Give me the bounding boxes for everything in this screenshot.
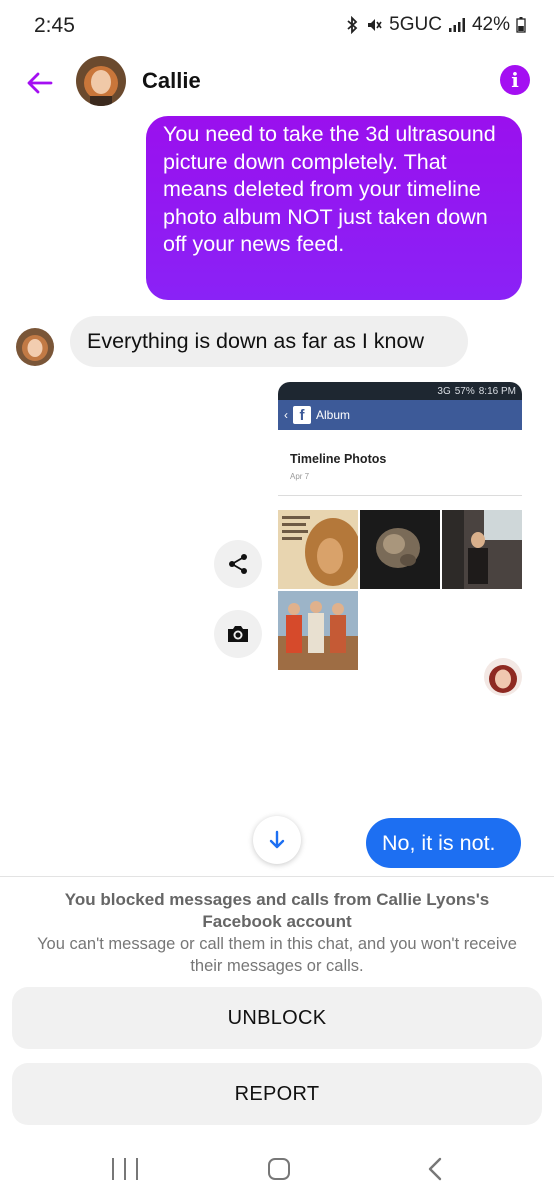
arrow-down-icon [269, 830, 285, 849]
recents-button[interactable] [112, 1158, 138, 1180]
attachment-status-bar: 3G 57% 8:16 PM [278, 382, 522, 400]
scroll-to-bottom-button[interactable] [253, 816, 301, 864]
info-icon[interactable]: i [500, 65, 530, 95]
incoming-message[interactable]: Everything is down as far as I know [70, 316, 468, 367]
arrow-left-icon [27, 72, 53, 94]
message-list: You need to take the 3d ultrasound pictu… [0, 116, 554, 876]
bluetooth-icon [345, 16, 359, 34]
network-type: 5GUC [389, 14, 442, 35]
blocked-description: You can't message or call them in this c… [37, 935, 517, 975]
image-attachment[interactable]: 3G 57% 8:16 PM ‹ f Album Timeline Photos… [278, 382, 522, 674]
status-bar: 2:45 5GUC 42% [0, 0, 554, 54]
camera-button[interactable] [214, 610, 262, 658]
album-title: Timeline Photos [290, 452, 387, 466]
report-button[interactable]: REPORT [12, 1063, 542, 1125]
ultrasound-photo-thumbnail [360, 510, 440, 589]
chat-header: Callie i [0, 54, 554, 116]
attachment-signal: 3G [437, 385, 451, 397]
photo-thumbnail [442, 510, 522, 589]
attachment-nav-title: Album [316, 408, 351, 422]
battery-icon [516, 17, 526, 33]
outgoing-message[interactable]: No, it is not. [366, 818, 521, 868]
status-time: 2:45 [34, 14, 75, 37]
system-nav-bar [0, 1144, 554, 1200]
mute-icon [365, 16, 383, 34]
share-button[interactable] [214, 540, 262, 588]
seen-indicator-avatar [484, 658, 522, 696]
attachment-time: 8:16 PM [478, 385, 516, 397]
outgoing-message[interactable]: You need to take the 3d ultrasound pictu… [146, 116, 522, 300]
chevron-left-icon: ‹ [284, 408, 288, 422]
unblock-button[interactable]: UNBLOCK [12, 987, 542, 1049]
photo-thumbnail [278, 510, 358, 589]
attachment-navbar: ‹ f Album [278, 400, 522, 430]
sender-avatar[interactable] [16, 328, 54, 366]
attachment-battery: 57% [454, 385, 475, 397]
avatar[interactable] [76, 56, 126, 106]
back-button[interactable] [22, 66, 56, 100]
facebook-logo-icon: f [293, 406, 311, 424]
contact-name[interactable]: Callie [142, 68, 201, 94]
camera-icon [228, 626, 248, 642]
blocked-notice: You blocked messages and calls from Call… [0, 876, 554, 1144]
system-back-button[interactable] [424, 1156, 448, 1182]
signal-icon [448, 17, 466, 33]
home-button[interactable] [268, 1158, 290, 1180]
chevron-left-icon [428, 1157, 442, 1181]
status-icons: 5GUC 42% [345, 14, 526, 36]
blocked-title: You blocked messages and calls from Call… [64, 890, 490, 931]
photo-thumbnail [278, 591, 358, 670]
divider [278, 495, 522, 496]
album-date: Apr 7 [290, 472, 310, 481]
battery-percent: 42% [471, 14, 510, 35]
share-icon [229, 554, 247, 574]
